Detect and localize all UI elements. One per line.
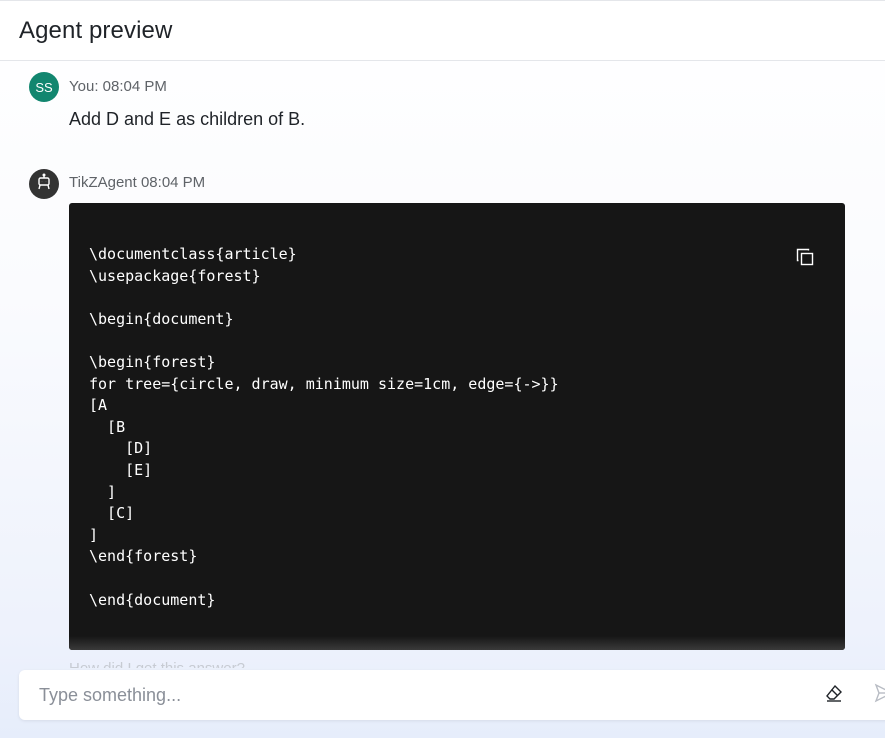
code-line: ] <box>89 525 99 544</box>
agent-message-meta: TikZAgent 08:04 PM <box>69 174 206 191</box>
user-message-meta: You: 08:04 PM <box>69 78 167 95</box>
user-message-text: Add D and E as children of B. <box>69 109 306 129</box>
agent-avatar <box>29 169 59 199</box>
avatar-initials: SS <box>35 79 53 95</box>
user-avatar: SS <box>29 72 59 102</box>
copy-button[interactable] <box>793 247 817 271</box>
eraser-icon <box>824 683 844 708</box>
code-line: [C] <box>89 504 135 523</box>
code-line: [D] <box>89 439 153 458</box>
code-block: \documentclass{article} \usepackage{fores… <box>69 203 845 650</box>
code-fade <box>69 636 845 650</box>
code-line: ] <box>89 482 117 501</box>
code-line: \usepackage{forest} <box>89 266 261 285</box>
code-line: for tree={circle, draw, minimum size=1cm… <box>89 374 559 393</box>
chat-input-bar <box>19 670 885 720</box>
copy-icon <box>795 247 815 272</box>
code-line: \end{forest} <box>89 547 198 566</box>
clear-button[interactable] <box>822 683 846 707</box>
code-line: \begin{forest} <box>89 352 216 371</box>
code-line: [B <box>89 417 126 436</box>
chat-input[interactable] <box>39 683 799 707</box>
code-line: [A <box>89 396 108 415</box>
robot-icon <box>35 173 53 196</box>
page-title: Agent preview <box>19 17 173 44</box>
code-line: [E] <box>89 460 153 479</box>
code-line: \begin{document} <box>89 309 234 328</box>
code-lines: \documentclass{article} \usepackage{fores… <box>89 244 559 611</box>
send-icon <box>874 683 885 708</box>
code-line: \end{document} <box>89 590 216 609</box>
code-line: \documentclass{article} <box>89 245 297 263</box>
explain-link[interactable]: How did I get this answer? <box>69 660 245 668</box>
send-button[interactable] <box>872 683 885 707</box>
header: Agent preview <box>0 0 885 61</box>
